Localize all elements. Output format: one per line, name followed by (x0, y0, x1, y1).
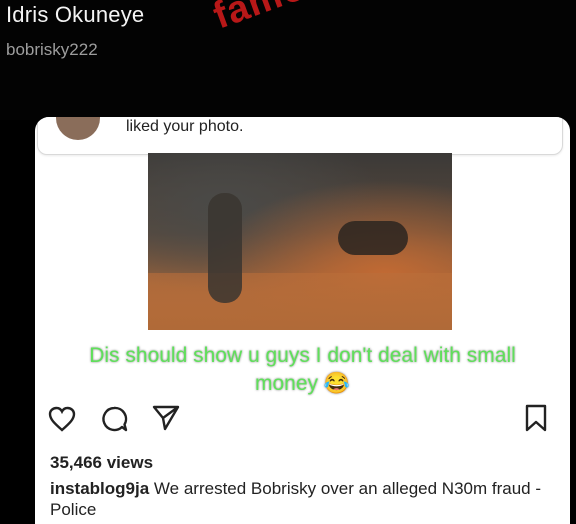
overlay-caption-line2: money 😂 (254, 372, 350, 395)
watermark: famous (208, 0, 355, 38)
notification-banner[interactable]: liked your photo. (37, 117, 563, 155)
video-floor (148, 273, 452, 330)
avatar (56, 117, 100, 140)
heart-icon[interactable] (48, 406, 76, 432)
notification-text: liked your photo. (126, 118, 244, 135)
post-card: liked your photo. Dis should show u guys… (35, 117, 570, 524)
view-count[interactable]: 35,466 views (50, 453, 153, 473)
overlay-caption-line1: Dis should show u guys I don't deal with… (89, 344, 516, 367)
profile-handle: bobrisky222 (6, 40, 98, 59)
video-figure (208, 193, 242, 303)
video-frame[interactable] (148, 153, 452, 330)
profile-header: Idris Okuneye bobrisky222 famous (0, 0, 576, 120)
share-icon[interactable] (151, 404, 181, 432)
post-caption: instablog9ja We arrested Bobrisky over a… (50, 478, 560, 520)
bookmark-icon[interactable] (523, 403, 549, 433)
video-person (338, 221, 408, 255)
profile-name: Idris Okuneye (6, 2, 145, 27)
comment-icon[interactable] (100, 405, 128, 433)
post-username[interactable]: instablog9ja (50, 479, 149, 498)
